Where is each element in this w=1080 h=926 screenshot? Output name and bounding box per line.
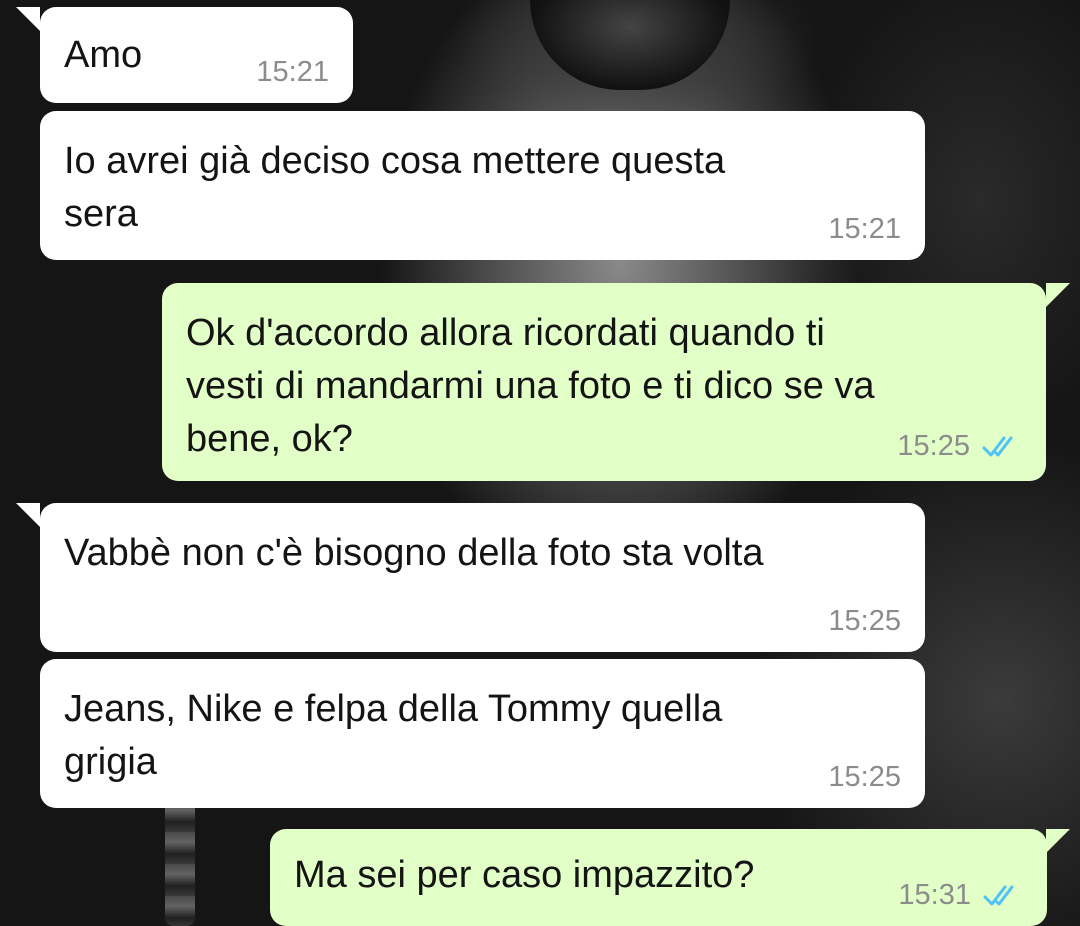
read-double-check-icon [983, 885, 1014, 906]
message-text: Jeans, Nike e felpa della Tommy quella g… [64, 688, 723, 783]
incoming-message-bubble[interactable]: Vabbè non c'è bisogno della foto sta vol… [40, 503, 925, 652]
outgoing-message-bubble[interactable]: Ok d'accordo allora ricordati quando ti … [162, 283, 1046, 481]
message-timestamp: 15:21 [828, 213, 901, 245]
read-double-check-icon [982, 436, 1013, 457]
wallpaper-photo-detail [530, 0, 730, 90]
outgoing-bubble-tail [1046, 829, 1070, 853]
message-meta: 15:25 [897, 429, 1022, 463]
incoming-bubble-tail [16, 503, 40, 527]
incoming-bubble-tail [16, 7, 40, 31]
message-meta: 15:21 [828, 212, 901, 246]
message-timestamp: 15:31 [898, 879, 971, 911]
message-timestamp: 15:25 [828, 761, 901, 793]
message-text: Io avrei già deciso cosa mettere questa … [64, 140, 726, 235]
incoming-message-bubble[interactable]: Jeans, Nike e felpa della Tommy quella g… [40, 659, 925, 808]
message-text: Vabbè non c'è bisogno della foto sta vol… [64, 532, 764, 574]
outgoing-message-bubble[interactable]: Ma sei per caso impazzito? 15:31 [270, 829, 1047, 926]
incoming-message-bubble[interactable]: Io avrei già deciso cosa mettere questa … [40, 111, 925, 260]
outgoing-bubble-tail [1046, 283, 1070, 307]
message-meta: 15:25 [828, 760, 901, 794]
wallpaper-chain-detail [165, 800, 195, 926]
message-timestamp: 15:25 [828, 605, 901, 637]
message-meta: 15:31 [898, 878, 1023, 912]
message-timestamp: 15:25 [897, 430, 970, 462]
message-meta: 15:25 [828, 604, 901, 638]
incoming-message-bubble[interactable]: Amo 15:21 [40, 7, 353, 103]
message-timestamp: 15:21 [256, 56, 329, 88]
message-meta: 15:21 [256, 55, 329, 89]
